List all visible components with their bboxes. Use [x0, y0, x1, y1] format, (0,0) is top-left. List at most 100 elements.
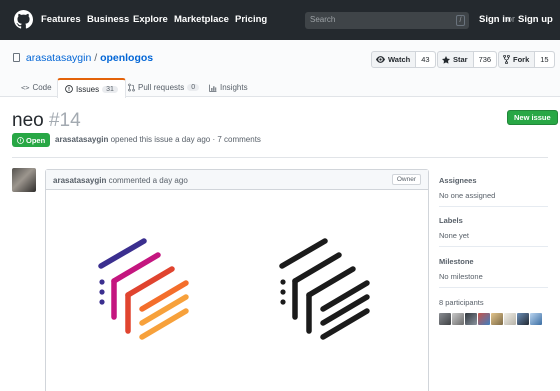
labels-heading: Labels: [439, 216, 463, 225]
author-avatar[interactable]: [12, 168, 36, 192]
search-placeholder: Search: [310, 15, 336, 24]
tab-code-label: Code: [32, 83, 52, 92]
issue-number: #14: [48, 110, 81, 131]
issue-author-link[interactable]: arasatasaygin: [55, 135, 108, 144]
fork-label: Fork: [513, 55, 530, 64]
repository-header: arasatasaygin / openlogos Watch 43 Star …: [0, 40, 560, 98]
comment-image: [98, 238, 370, 340]
milestone-value: No milestone: [439, 272, 483, 281]
issue-opened-text: opened this issue a day ago · 7 comments: [110, 135, 261, 144]
header-divider: [12, 157, 548, 158]
mono-bar-3: [306, 266, 356, 298]
repo-separator: /: [94, 52, 98, 64]
sign-up-link[interactable]: Sign up: [518, 14, 553, 25]
star-count[interactable]: 736: [472, 52, 497, 67]
logo-bar-6: [139, 308, 189, 340]
logo-dot-1: [99, 279, 105, 285]
logo-dot-2: [99, 289, 105, 295]
search-input[interactable]: Search /: [305, 12, 469, 29]
issue-title-text: neo: [12, 110, 44, 131]
watch-label: Watch: [388, 55, 411, 64]
graph-icon: [209, 84, 217, 92]
top-navigation-bar: Features Business Explore Marketplace Pr…: [0, 0, 560, 40]
participant-avatar[interactable]: [452, 313, 464, 325]
mono-dot-1: [280, 279, 286, 285]
logo-bar-1: [98, 238, 147, 269]
logo-bar-3: [125, 266, 175, 298]
fork-count[interactable]: 15: [534, 52, 554, 67]
watch-button[interactable]: Watch 43: [371, 51, 436, 68]
star-button[interactable]: Star 736: [437, 51, 498, 68]
tab-insights[interactable]: Insights: [202, 78, 255, 97]
logo-bar-2: [111, 252, 161, 284]
participant-avatar[interactable]: [439, 313, 451, 325]
nav-link-features[interactable]: Features: [41, 14, 81, 25]
tab-code[interactable]: <> Code: [14, 78, 59, 97]
search-shortcut-key: /: [456, 15, 465, 26]
issue-open-icon: [17, 136, 24, 144]
eye-icon: [376, 56, 385, 63]
mono-dot-2: [280, 289, 286, 295]
comment-header: arasatasaygin commented a day ago Owner: [46, 170, 428, 190]
fork-button[interactable]: Fork 15: [498, 51, 555, 68]
new-issue-button[interactable]: New issue: [507, 110, 558, 125]
pull-request-icon: [128, 83, 135, 92]
tab-pull-requests[interactable]: Pull requests 0: [121, 78, 206, 97]
repo-icon: [13, 53, 20, 62]
mono-bar-6: [320, 308, 370, 340]
labels-value: None yet: [439, 231, 470, 240]
nav-link-explore[interactable]: Explore: [133, 14, 168, 25]
tab-issues[interactable]: Issues 31: [57, 78, 126, 98]
tab-issues-label: Issues: [76, 84, 100, 94]
sign-in-link[interactable]: Sign in: [479, 14, 511, 25]
nav-link-business[interactable]: Business: [87, 14, 129, 25]
participant-avatar[interactable]: [530, 313, 542, 325]
milestone-heading: Milestone: [439, 257, 474, 266]
comment-time[interactable]: commented a day ago: [109, 176, 188, 185]
neo-logo-mono: [279, 238, 370, 340]
logo-dot-3: [99, 299, 105, 305]
issue-meta: arasatasaygin opened this issue a day ag…: [55, 135, 261, 144]
repo-title: arasatasaygin / openlogos: [13, 52, 153, 64]
participant-avatar[interactable]: [478, 313, 490, 325]
participant-avatar[interactable]: [465, 313, 477, 325]
participants-list: [439, 313, 542, 325]
participant-avatar[interactable]: [517, 313, 529, 325]
issue-state-badge: Open: [12, 133, 51, 147]
nav-link-marketplace[interactable]: Marketplace: [174, 14, 229, 25]
mono-dot-3: [280, 299, 286, 305]
mono-bar-2: [292, 252, 342, 284]
sidebar-divider: [439, 287, 548, 288]
issues-count-badge: 31: [102, 85, 118, 93]
repo-name-link[interactable]: openlogos: [100, 52, 153, 64]
logo-bar-5: [139, 294, 189, 326]
fork-icon: [503, 55, 510, 64]
issue-state-label: Open: [26, 135, 46, 145]
participants-heading: 8 participants: [439, 298, 484, 307]
participant-avatar[interactable]: [504, 313, 516, 325]
or-text: or: [507, 14, 516, 24]
repo-owner-link[interactable]: arasatasaygin: [26, 52, 91, 64]
pull-requests-count-badge: 0: [187, 84, 200, 91]
mono-bar-1: [279, 238, 328, 269]
comment-author-link[interactable]: arasatasaygin: [53, 176, 106, 185]
sidebar-divider: [439, 246, 548, 247]
owner-label: Owner: [391, 174, 421, 185]
nav-link-pricing[interactable]: Pricing: [235, 14, 267, 25]
mono-bar-4: [320, 280, 370, 312]
tab-pull-requests-label: Pull requests: [138, 83, 185, 92]
star-icon: [442, 55, 450, 64]
issue-icon: [65, 85, 73, 93]
sidebar-divider: [439, 206, 548, 207]
watch-count[interactable]: 43: [415, 52, 435, 67]
participant-avatar[interactable]: [491, 313, 503, 325]
assignees-heading: Assignees: [439, 176, 477, 185]
assignees-value: No one assigned: [439, 191, 496, 200]
mono-bar-5: [320, 294, 370, 326]
logo-bar-4: [139, 280, 189, 312]
code-icon: <>: [21, 83, 30, 92]
issue-comment: arasatasaygin commented a day ago Owner: [45, 169, 429, 391]
tab-insights-label: Insights: [220, 83, 248, 92]
star-label: Star: [453, 55, 468, 64]
github-logo-icon[interactable]: [14, 10, 33, 29]
